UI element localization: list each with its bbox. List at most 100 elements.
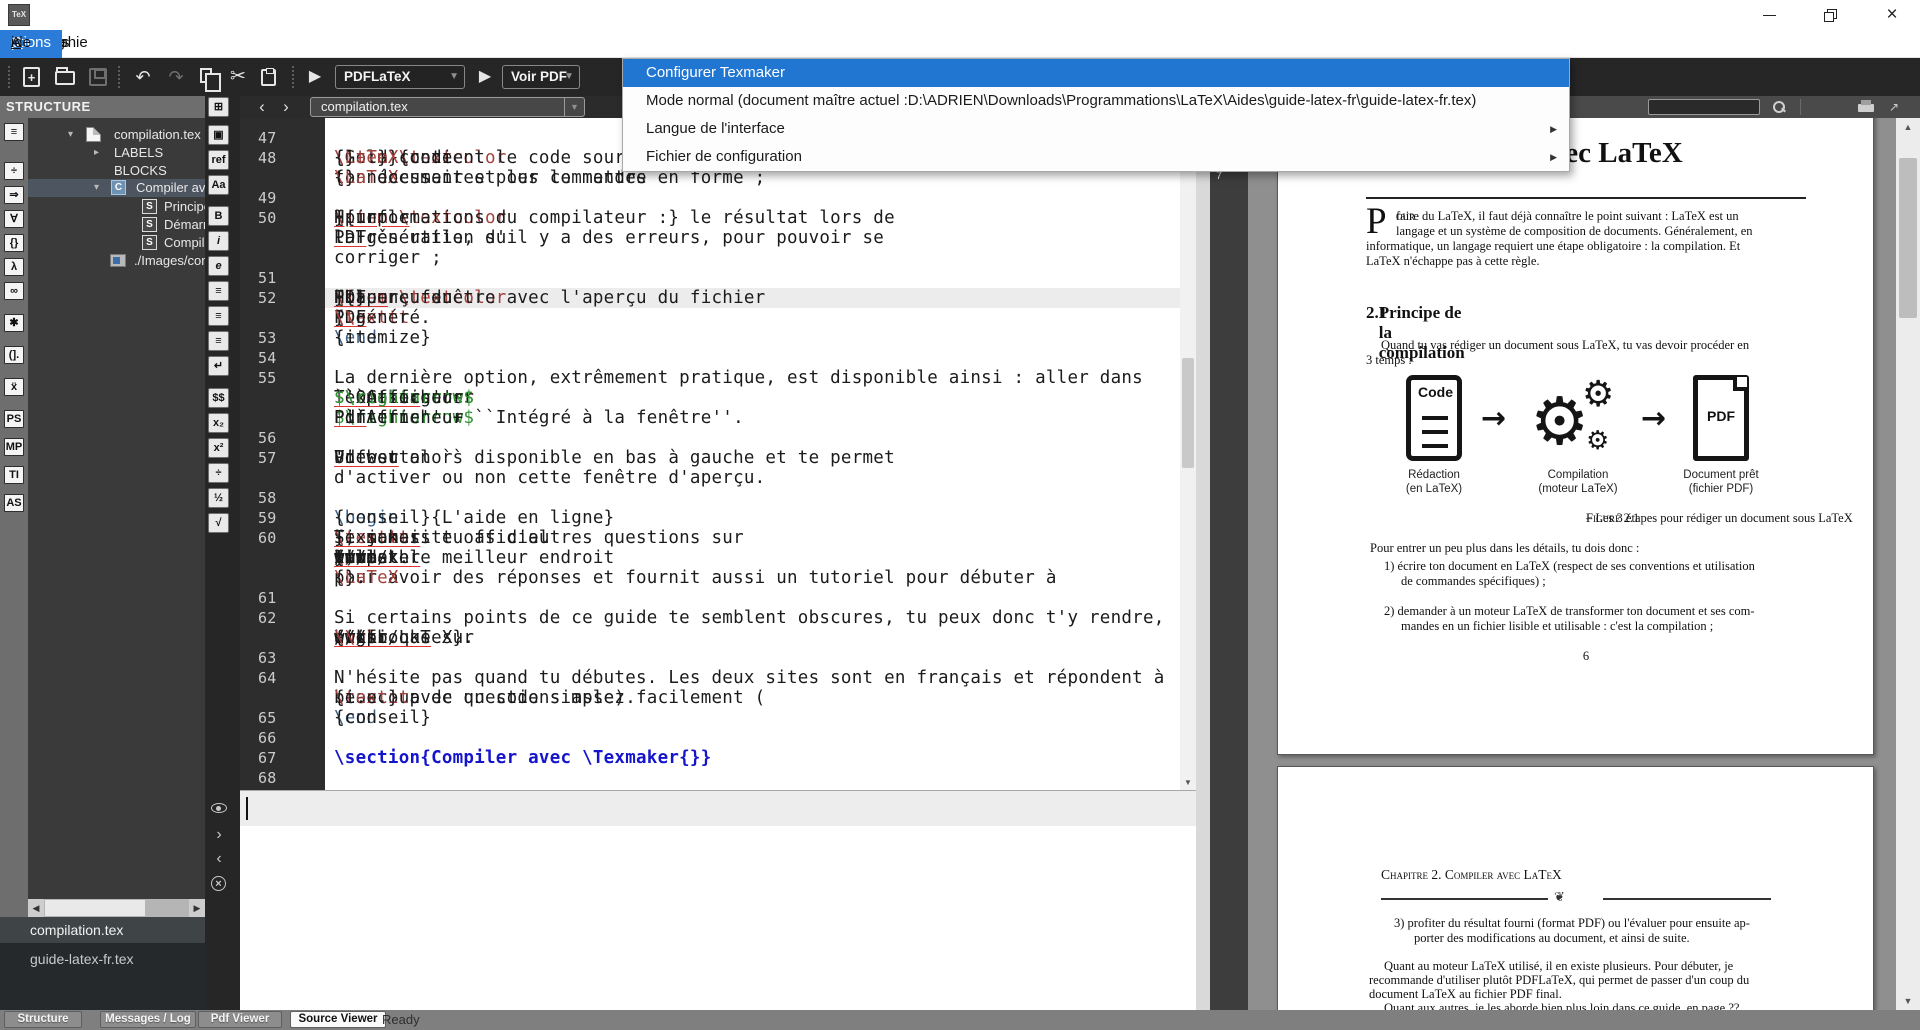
menu-item-normal-mode[interactable]: Mode normal (document maître actuel :D:\… (623, 87, 1569, 115)
subscript-icon[interactable]: x₂ (208, 413, 229, 433)
paste-button[interactable] (257, 65, 281, 89)
messages-log-panel[interactable] (240, 826, 1196, 1010)
italic-icon[interactable]: i (208, 231, 229, 251)
menu-item-configure-texmaker[interactable]: Configurer Texmaker (623, 59, 1569, 87)
copy-button[interactable] (197, 65, 221, 89)
maximize-restore-button[interactable] (1810, 0, 1856, 30)
view-mode-select[interactable]: Voir PDF ▼ (502, 65, 580, 89)
code-line[interactable]: 58 (240, 488, 1196, 508)
code-line[interactable]: (\url{http://www.xmlmath.net/texmaker/in… (240, 548, 1196, 568)
code-line[interactable]: 63 (240, 648, 1196, 668)
code-line[interactable]: 68 (240, 768, 1196, 788)
emph-icon[interactable]: e (208, 256, 229, 276)
code-line[interactable]: 56 (240, 428, 1196, 448)
fraction-icon[interactable]: ½ (208, 488, 229, 508)
misc-symbols-tab[interactable]: ∀ (4, 210, 24, 228)
minimize-button[interactable] (1747, 0, 1793, 30)
greek-letters-tab[interactable]: λ (4, 258, 24, 276)
code-line[interactable]: 51 (240, 268, 1196, 288)
tree-item[interactable]: SCompiler ave (28, 234, 205, 252)
status-toggle-source-viewer[interactable]: Source Viewer (290, 1011, 386, 1028)
status-toggle-pdf-viewer[interactable]: Pdf Viewer (198, 1011, 282, 1028)
scrollbar-thumb[interactable] (1182, 358, 1194, 468)
label-ref-icon[interactable]: ref (208, 150, 229, 170)
code-line[interactable]: 59\begin{conseil}{L'aide en ligne} (240, 508, 1196, 528)
toolbar-grip[interactable] (118, 66, 122, 88)
align-right-icon[interactable]: ≡ (208, 331, 229, 351)
code-line[interactable]: 61 (240, 588, 1196, 608)
print-icon[interactable] (1858, 100, 1876, 114)
editor-vertical-scrollbar[interactable]: ▲ ▼ (1180, 118, 1196, 790)
menu-item-configuration-file[interactable]: Fichier de configuration▶ (623, 143, 1569, 171)
scroll-left-icon[interactable]: ◀ (28, 899, 44, 917)
expand-icon[interactable]: ▸ (94, 144, 99, 162)
insert-block-icon[interactable]: ▣ (208, 125, 229, 145)
align-left-icon[interactable]: ≡ (208, 281, 229, 301)
menu-item-interface-language[interactable]: Langue de l'interface▶ (623, 115, 1569, 143)
code-line[interactable]: 57Un bouton ``Pdf Viewer'' est alors dis… (240, 448, 1196, 468)
newline-icon[interactable]: ↵ (208, 356, 229, 376)
code-line[interactable]: la génération du PDF. Très utile, s'il y… (240, 228, 1196, 248)
tree-item[interactable]: SDémarrer av (28, 216, 205, 234)
close-log-icon[interactable]: × (208, 874, 230, 896)
code-line[interactable]: \texttt{PDF} généré. \\ (240, 308, 1196, 328)
run-compile-button[interactable]: ▶ (303, 65, 327, 89)
menu-aide[interactable]: Aide (0, 30, 42, 58)
source-editor[interactable]: 4748\item \textcolor{Gold}{code \LaTeX{}… (240, 118, 1196, 790)
next-document-button[interactable]: › (276, 97, 296, 117)
code-line[interactable]: Pdf'' $\rightarrow$ ``Afficheur Pdf inte… (240, 408, 1196, 428)
pdf-search-input[interactable] (1648, 99, 1760, 115)
save-button[interactable] (86, 65, 110, 89)
run-view-button[interactable]: ▶ (473, 65, 497, 89)
code-line[interactable]: 66 (240, 728, 1196, 748)
pdf-sidebar[interactable] (1196, 118, 1210, 1010)
code-line[interactable]: 62Si certains points de ce guide te semb… (240, 608, 1196, 628)
left-delimiters-tab[interactable]: (]. (4, 346, 24, 364)
collapse-icon[interactable]: ▾ (94, 179, 99, 197)
scrollbar-thumb[interactable] (1899, 158, 1917, 318)
bold-icon[interactable]: B (208, 206, 229, 226)
structure-tab[interactable]: ≡ (4, 123, 24, 141)
toolbar-grip[interactable] (292, 66, 296, 88)
code-line[interactable]: 60Si jamais tu as d'autres questions sur… (240, 528, 1196, 548)
toolbar-grip[interactable] (8, 66, 12, 88)
metapost-tab[interactable]: MP (4, 438, 24, 456)
code-line[interactable]: pour avoir des réponses et fournit aussi… (240, 568, 1196, 588)
code-line[interactable]: 53\end{itemize} (240, 328, 1196, 348)
pstricks-tab[interactable]: PS (4, 410, 24, 428)
open-file-list-item[interactable]: guide-latex-fr.tex (0, 947, 205, 971)
tree-item[interactable]: ./Images/compilat (28, 252, 205, 270)
scrollbar-thumb[interactable] (45, 900, 145, 916)
open-file-button[interactable] (53, 65, 77, 89)
asymptote-tab[interactable]: AS (4, 494, 24, 512)
collapse-icon[interactable]: ▾ (68, 126, 73, 144)
open-file-list-item[interactable]: compilation.tex (0, 917, 205, 943)
status-toggle-messages-log[interactable]: Messages / Log (100, 1011, 196, 1028)
code-line[interactable]: ainsi que sur \url{http://fr.wikibooks.o… (240, 628, 1196, 648)
previous-document-button[interactable]: ‹ (252, 97, 272, 117)
tree-item[interactable]: ▸LABELS (28, 144, 205, 162)
code-line[interactable]: 55La dernière option, extrêmement pratiq… (240, 368, 1196, 388)
arrow-symbols-tab[interactable]: ⇒ (4, 186, 24, 204)
code-line[interactable]: ``Options'' $\rightarrow$ ``Configurer T… (240, 388, 1196, 408)
font-size-icon[interactable]: Aa (208, 175, 229, 195)
tree-item[interactable]: ▾compilation.tex (28, 126, 205, 144)
tabular-icon[interactable]: ⊞ (208, 97, 229, 117)
division-icon[interactable]: ÷ (208, 463, 229, 483)
previous-error-icon[interactable]: ‹ (208, 848, 230, 870)
code-line[interactable]: beaucoup de questions assez facilement (… (240, 688, 1196, 708)
delimiters-tab[interactable]: {} (4, 234, 24, 252)
code-line[interactable]: 52\item \textcolor{Hblue}{aperçu du PDF … (240, 288, 1196, 308)
redo-button[interactable]: ↷ (164, 65, 188, 89)
close-button[interactable]: × (1869, 0, 1915, 30)
misc-math-tab[interactable]: ∞ (4, 282, 24, 300)
relation-symbols-tab[interactable]: ÷ (4, 162, 24, 180)
log-message-line[interactable] (240, 790, 1196, 826)
tikz-tab[interactable]: TI (4, 466, 24, 484)
tree-item[interactable]: BLOCKS (28, 162, 205, 180)
scroll-up-icon[interactable]: ▲ (1896, 118, 1920, 136)
code-line[interactable]: corriger ; (240, 248, 1196, 268)
misc-text-tab[interactable]: ✱ (4, 314, 24, 332)
compile-mode-select[interactable]: PDFLaTeX ▼ (335, 65, 465, 89)
new-document-button[interactable]: + (20, 65, 44, 89)
